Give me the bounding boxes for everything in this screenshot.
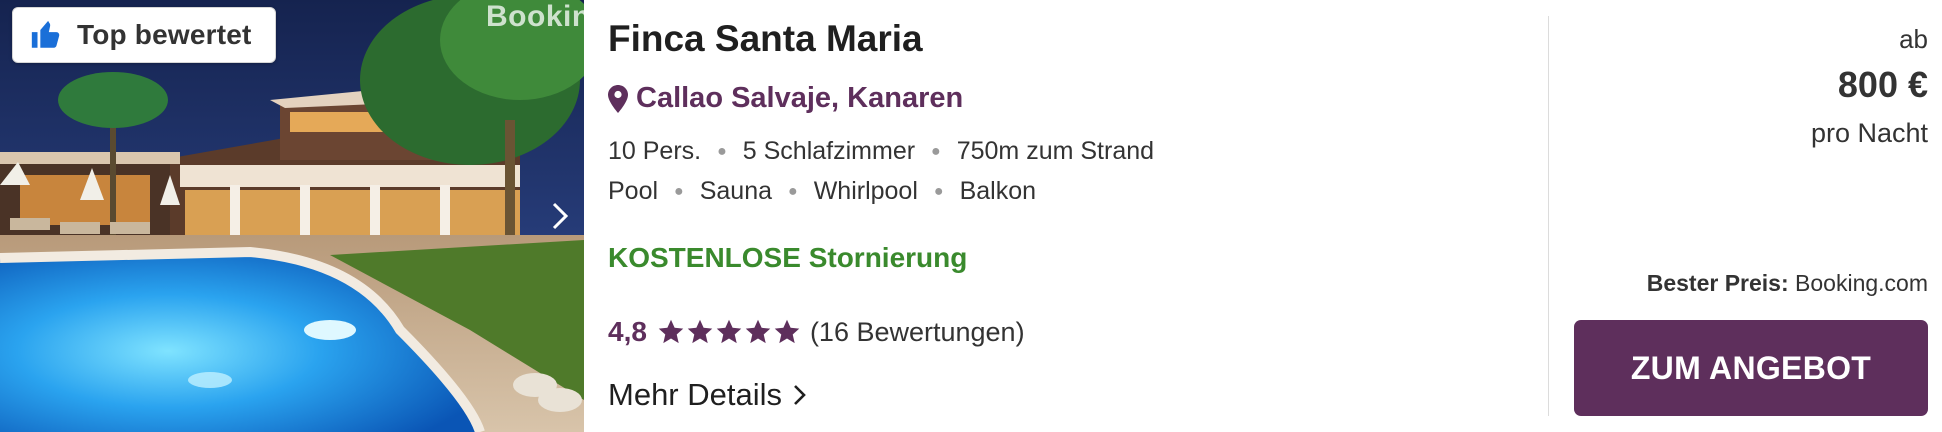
listing-photo[interactable]: Top bewertet Bookin xyxy=(0,0,584,432)
view-offer-button[interactable]: ZUM ANGEBOT xyxy=(1574,320,1928,416)
best-price-info: Bester Preis: Booking.com xyxy=(1647,270,1928,297)
separator-dot: ● xyxy=(674,182,684,200)
price-from-label: ab xyxy=(1899,24,1928,54)
price-unit-label: pro Nacht xyxy=(1810,118,1928,148)
star-icon xyxy=(658,319,684,344)
location-label: Callao Salvaje, Kanaren xyxy=(636,82,964,114)
photo-watermark: Bookin xyxy=(486,0,584,33)
price-value: 800 € xyxy=(1837,64,1928,105)
amenity-whirlpool: Whirlpool xyxy=(813,177,918,205)
fact-bedrooms: 5 Schlafzimmer xyxy=(742,137,916,165)
view-offer-label: ZUM ANGEBOT xyxy=(1630,349,1872,386)
thumbs-up-icon xyxy=(29,18,63,52)
best-price-source: Booking.com xyxy=(1795,270,1928,296)
rating-summary: 4,8 (16 Bewertungen) xyxy=(608,316,1025,348)
fact-beach-distance: 750m zum Strand xyxy=(956,137,1155,165)
facts-row-amenities: Pool ● Sauna ● Whirlpool ● Balkon xyxy=(608,177,1036,206)
amenity-sauna: Sauna xyxy=(699,177,773,205)
rating-stars xyxy=(657,318,802,346)
listing-location: Callao Salvaje, Kanaren xyxy=(608,82,963,115)
star-icon xyxy=(716,319,742,344)
listing-title[interactable]: Finca Santa Maria xyxy=(608,18,923,60)
separator-dot: ● xyxy=(788,182,798,200)
badge-label: Top bewertet xyxy=(77,19,252,50)
more-details-link[interactable]: Mehr Details xyxy=(608,377,808,413)
top-rated-badge: Top bewertet xyxy=(12,7,276,63)
review-count[interactable]: (16 Bewertungen) xyxy=(810,317,1025,348)
rating-score: 4,8 xyxy=(608,316,647,347)
column-divider xyxy=(1548,16,1549,416)
star-icon xyxy=(774,319,800,344)
more-details-label: Mehr Details xyxy=(608,377,782,412)
star-icon xyxy=(687,319,713,344)
amenity-balcony: Balkon xyxy=(959,177,1037,205)
free-cancellation-label: KOSTENLOSE Stornierung xyxy=(608,242,968,273)
map-pin-icon xyxy=(608,84,628,113)
best-price-label: Bester Preis: xyxy=(1646,270,1789,296)
fact-guests: 10 Pers. xyxy=(608,137,702,165)
chevron-right-icon xyxy=(794,385,806,405)
separator-dot: ● xyxy=(931,142,941,160)
villa-photo xyxy=(0,0,584,432)
listing-card: Top bewertet Bookin Finca Santa Maria Ca… xyxy=(0,0,1942,432)
separator-dot: ● xyxy=(717,142,727,160)
amenity-pool: Pool xyxy=(608,177,659,205)
facts-row-capacity: 10 Pers. ● 5 Schlafzimmer ● 750m zum Str… xyxy=(608,137,1154,166)
gallery-next-button[interactable] xyxy=(548,200,572,232)
star-icon xyxy=(745,319,771,344)
separator-dot: ● xyxy=(933,182,944,200)
chevron-right-icon xyxy=(552,202,569,230)
